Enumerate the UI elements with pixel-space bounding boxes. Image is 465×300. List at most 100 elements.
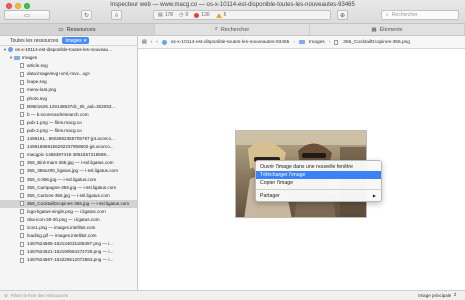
image-file-icon <box>20 209 24 215</box>
image-resource-item[interactable]: loading.gif — images.intellitxt.com <box>0 232 137 240</box>
image-file-icon <box>20 136 24 142</box>
window-title: Inspecteur web — www.macg.co — os-x-1011… <box>110 2 355 8</box>
image-file-icon <box>20 103 24 109</box>
breadcrumb-folder[interactable]: Images <box>298 40 325 45</box>
image-resource-item[interactable]: 356_Cartons-356.jpg — i-ssl.ligatus.com <box>0 192 137 200</box>
image-resource-item[interactable]: loupe.svg <box>0 78 137 86</box>
tree-root[interactable]: ▼ os-x-10114-est-disponible-toutes-les-no… <box>0 46 137 54</box>
image-file-icon <box>20 184 24 190</box>
submenu-arrow-icon: ▶ <box>372 192 376 198</box>
breadcrumb: ▤ ‹ › os-x-10114-est-disponible-toutes-l… <box>138 36 465 49</box>
resources-sidebar: Toutes les ressources Images ▾ ▼ os-x-101… <box>0 36 138 300</box>
image-resource-item[interactable]: 1458151...8602862355705797-jpt.acorco... <box>0 135 137 143</box>
filter-images-selector[interactable]: Images ▾ <box>62 37 90 44</box>
reload-button[interactable]: ↻ <box>81 10 92 20</box>
image-resource-item[interactable]: data:image/svg+xml,<svx...xg> <box>0 70 137 78</box>
menu-share[interactable]: Partager ▶ <box>256 192 381 200</box>
filter-icon: ⊜ <box>4 292 8 298</box>
menu-download-image[interactable]: Télécharger l'image <box>256 171 381 179</box>
image-resource-item[interactable]: photo.svg <box>0 95 137 103</box>
menu-copy-image[interactable]: Copier l'image <box>256 179 381 187</box>
tab-resources[interactable]: ▭ Ressources <box>0 24 155 35</box>
title-bar: Inspecteur web — www.macg.co — os-x-1011… <box>0 0 465 24</box>
menu-divider <box>256 189 381 190</box>
image-resource-item[interactable]: icon1.png — images.intellitxt.com <box>0 224 137 232</box>
breadcrumb-page[interactable]: os-x-10114-est-disponible-toutes-les-nou… <box>161 39 289 45</box>
search-field[interactable]: ⌕ Rechercher <box>381 10 459 20</box>
image-file-icon <box>20 95 24 101</box>
image-resource-item[interactable]: pub-1.png — files.macg.co <box>0 119 137 127</box>
image-resource-item[interactable]: 1457624565-162134031185397.png — i... <box>0 240 137 248</box>
image-file-icon <box>20 168 24 174</box>
image-resource-item[interactable]: B9501625.129148937dc_trk_aid=302053... <box>0 103 137 111</box>
image-file-icon <box>20 71 24 77</box>
reload-icon: ↻ <box>83 12 90 19</box>
image-resource-item[interactable]: oba-icon-30-30.png — i.ligatus.com <box>0 216 137 224</box>
tab-search[interactable]: ⌕ Rechercher <box>155 24 310 35</box>
back-icon[interactable]: ‹ <box>151 40 153 45</box>
image-file-icon <box>20 87 24 93</box>
image-resource-item[interactable]: menu-last.png <box>0 86 137 94</box>
folder-icon: ▭ <box>58 26 64 33</box>
sidebar-icon: ▭ <box>24 12 30 19</box>
image-resource-item[interactable]: 356_Campagne-356.jpg — i-ssl.ligatus.com <box>0 184 137 192</box>
tree-folder-images[interactable]: ▼ Images <box>0 54 137 62</box>
crosshair-icon: ⊕ <box>339 12 346 19</box>
breadcrumb-file[interactable]: 356_CocktailDcopines-356.png <box>334 39 410 45</box>
viewer-status-bar: Image principale ⇕ <box>138 290 465 300</box>
image-file-icon <box>20 144 24 150</box>
view-mode-selector[interactable]: Image principale ⇕ <box>418 292 457 298</box>
sidebar-toggle-icon[interactable]: ▤ <box>142 40 147 45</box>
image-file-icon <box>334 39 339 45</box>
tab-elements[interactable]: ▦ Éléments <box>310 24 465 35</box>
image-resource-item[interactable]: 356_356x200_ligatus.jpg — i-ssl.ligatus.… <box>0 167 137 175</box>
activity-counters[interactable]: ▤ 178 ◷ 0 130 6 <box>153 10 331 20</box>
image-resource-item[interactable]: logo-ligatus-single.png — i.ligatus.com <box>0 208 137 216</box>
locate-button[interactable]: ⊕ <box>337 10 348 20</box>
chevron-updown-icon: ⇕ <box>453 292 457 297</box>
context-menu: Ouvrir l'image dans une nouvelle fenêtre… <box>255 160 382 202</box>
image-resource-item[interactable]: 356_CocktailDcopines-356.jpg — i-ssl.lig… <box>0 199 137 208</box>
image-resource-item[interactable]: 356_4-356.jpg — i-ssl.ligatus.com <box>0 176 137 184</box>
image-file-icon <box>20 241 24 247</box>
document-icon: ▤ <box>158 12 163 18</box>
page-icon <box>8 47 13 53</box>
search-icon: ⌕ <box>214 26 218 32</box>
image-resource-item[interactable]: 145816868156292237858602-jpt.acorco... <box>0 143 137 151</box>
image-resource-item[interactable]: 1457624667-162226612072863.png — i... <box>0 256 137 264</box>
image-resource-item[interactable]: 356_Bird-mars-356.jpg — i-ssl.ligatus.co… <box>0 159 137 167</box>
folder-icon <box>14 55 20 60</box>
image-file-icon <box>20 160 24 166</box>
image-resource-item[interactable]: pub-2.png — files.macg.co <box>0 127 137 135</box>
download-icon: ⇩ <box>113 12 120 19</box>
image-file-icon <box>20 128 24 134</box>
warning-icon <box>215 12 222 18</box>
elements-icon: ▦ <box>371 26 377 33</box>
image-file-icon <box>20 233 24 239</box>
filter-all-resources[interactable]: Toutes les ressources <box>10 38 58 44</box>
image-file-icon <box>20 201 24 207</box>
resource-filter-bar: Toutes les ressources Images ▾ <box>0 36 137 46</box>
image-resource-item[interactable]: 1457624621-162190584274725.png — i... <box>0 248 137 256</box>
image-file-icon <box>20 225 24 231</box>
tab-bar: ▭ Ressources ⌕ Rechercher ▦ Éléments <box>0 24 465 36</box>
chevron-down-icon: ▾ <box>83 37 87 44</box>
download-button[interactable]: ⇩ <box>111 10 122 20</box>
image-file-icon <box>20 249 24 255</box>
clock-icon: ◷ <box>179 12 184 18</box>
image-resource-item[interactable]: b — b.scorecardresearch.com <box>0 111 137 119</box>
image-file-icon <box>20 120 24 126</box>
image-list: article.svg data:image/svg+xml,<svx...xg>… <box>0 62 137 264</box>
image-file-icon <box>20 152 24 158</box>
dock-toggle-button[interactable]: ▭ <box>4 10 50 20</box>
image-resource-item[interactable]: article.svg <box>0 62 137 70</box>
image-file-icon <box>20 79 24 85</box>
sidebar-filter-field[interactable]: ⊜ Filtrer la liste des ressources <box>0 290 138 300</box>
folder-icon <box>298 40 305 44</box>
resource-tree: ▼ os-x-10114-est-disponible-toutes-les-no… <box>0 46 137 265</box>
forward-icon[interactable]: › <box>156 40 158 45</box>
image-resource-item[interactable]: macgpic-1458397416-3851557216569... <box>0 151 137 159</box>
menu-open-image-new-window[interactable]: Ouvrir l'image dans une nouvelle fenêtre <box>256 163 381 171</box>
image-file-icon <box>20 192 24 198</box>
search-icon: ⌕ <box>386 12 389 18</box>
